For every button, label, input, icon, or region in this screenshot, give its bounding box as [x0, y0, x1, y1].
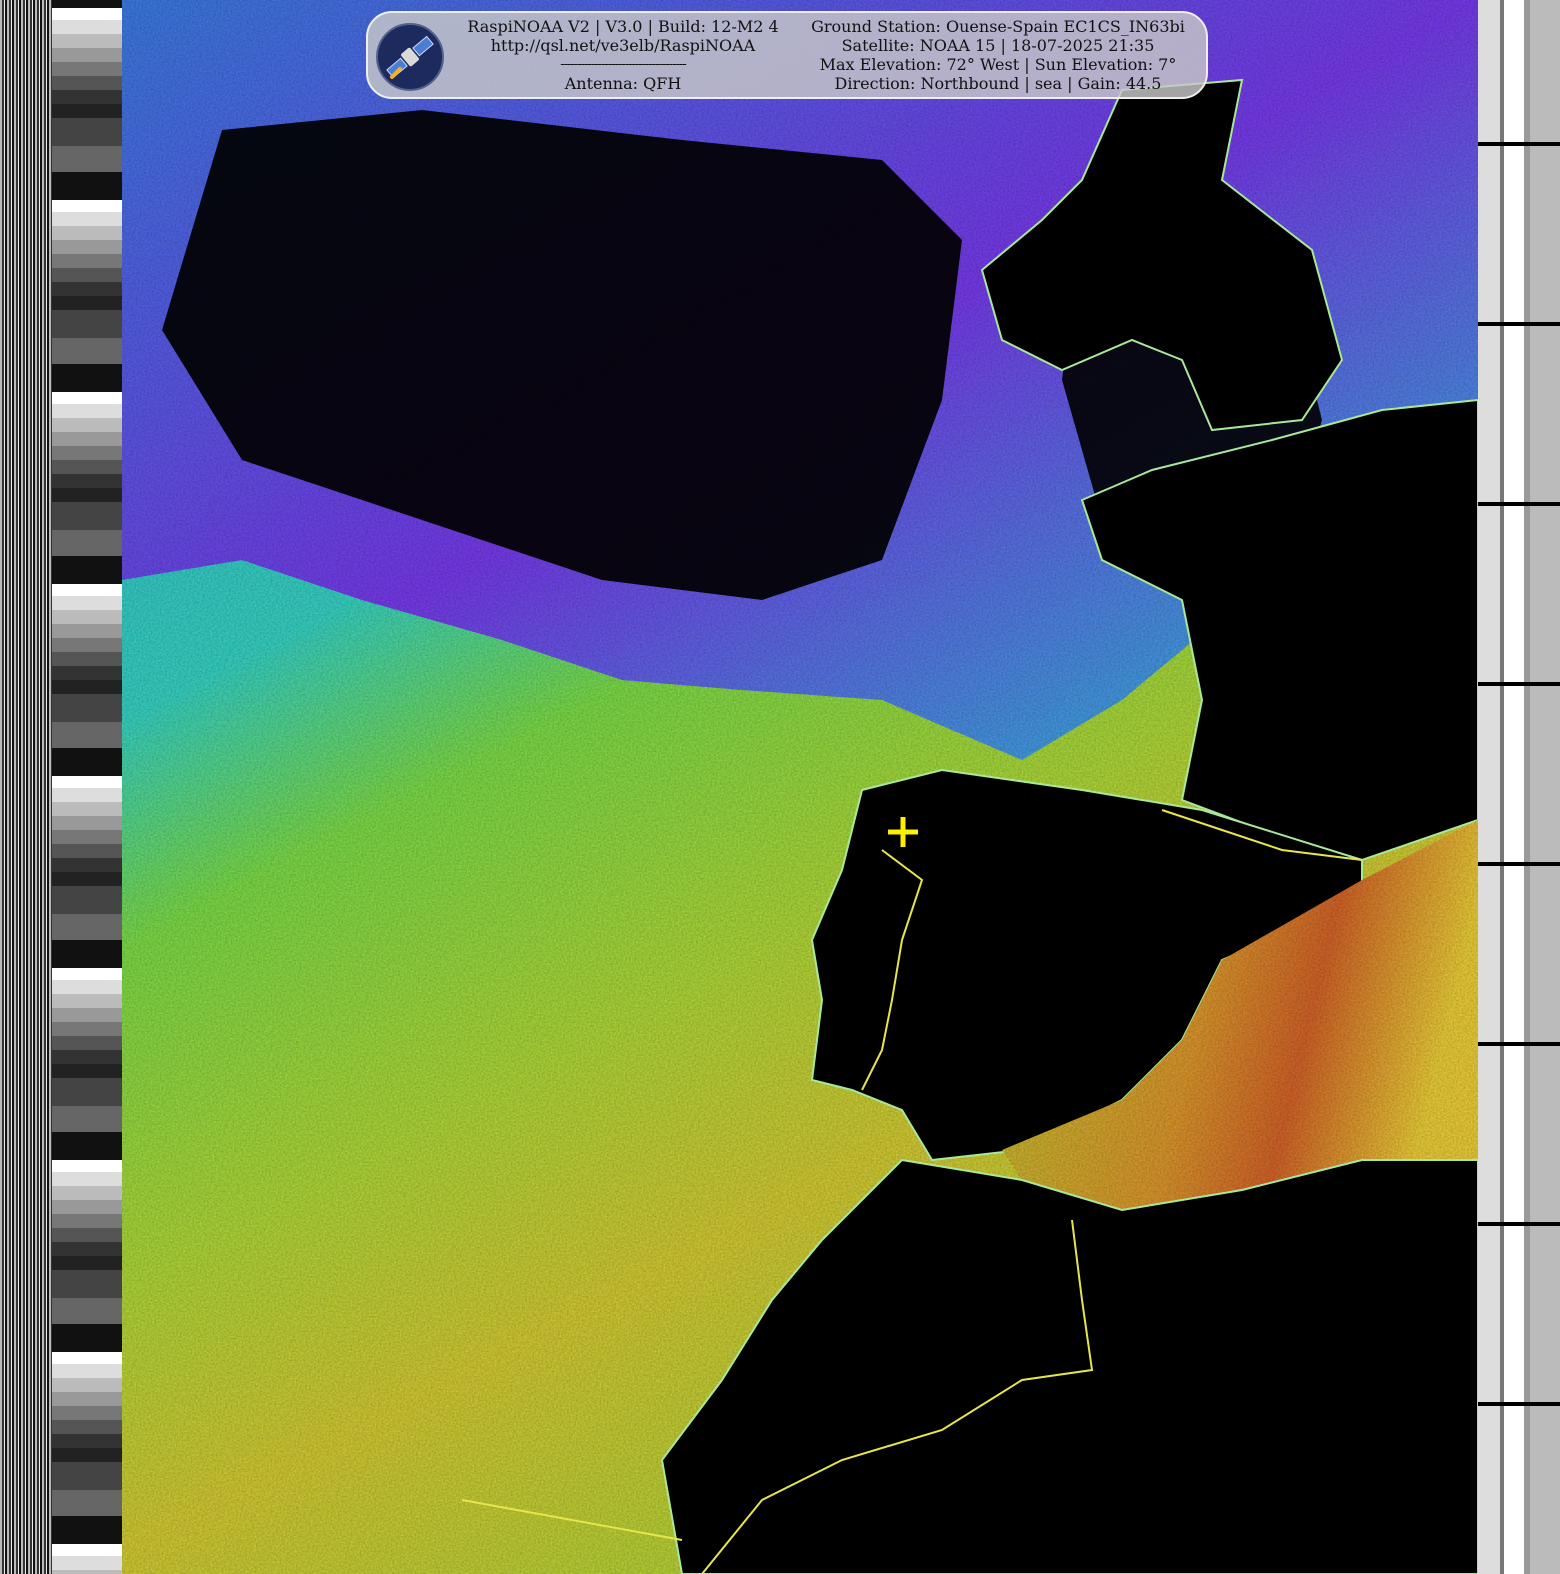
- header-right-column: Ground Station: Ouense-Spain EC1CS_IN63b…: [798, 17, 1198, 93]
- telemetry-strip-right: [1478, 0, 1560, 1574]
- satellite-icon: [376, 23, 444, 91]
- direction-text: Direction: Northbound | sea | Gain: 44.5: [834, 74, 1162, 93]
- satellite-text: Satellite: NOAA 15 | 18-07-2025 21:35: [841, 36, 1155, 55]
- pass-info-header: RaspiNOAA V2 | V3.0 | Build: 12-M2 4 htt…: [366, 11, 1208, 99]
- calibration-wedges-left: [52, 0, 122, 1574]
- project-url-text: http://qsl.net/ve3elb/RaspiNOAA: [490, 36, 756, 55]
- telemetry-marks-right: [1478, 0, 1560, 1574]
- separator-text: -------------------------------------: [560, 57, 687, 72]
- header-left-column: RaspiNOAA V2 | V3.0 | Build: 12-M2 4 htt…: [458, 17, 788, 93]
- ground-station-text: Ground Station: Ouense-Spain EC1CS_IN63b…: [811, 17, 1185, 36]
- elevation-text: Max Elevation: 72° West | Sun Elevation:…: [819, 55, 1177, 74]
- telemetry-strip-left: [0, 0, 122, 1574]
- antenna-text: Antenna: QFH: [564, 74, 682, 93]
- satellite-map-image: [122, 0, 1478, 1574]
- software-version-text: RaspiNOAA V2 | V3.0 | Build: 12-M2 4: [467, 17, 779, 36]
